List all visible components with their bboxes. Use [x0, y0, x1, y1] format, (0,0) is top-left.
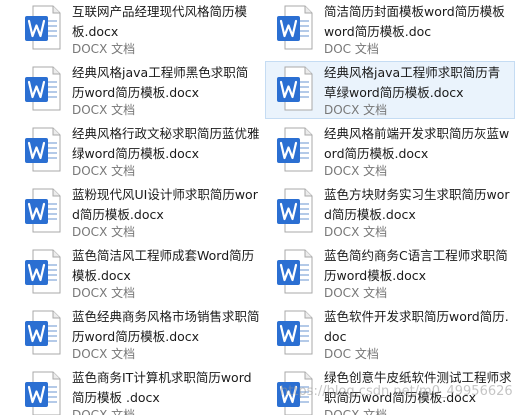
word-doc-icon: [24, 249, 61, 294]
word-doc-icon: [276, 310, 313, 355]
file-item[interactable]: 蓝色简约商务C语言工程师求职简历word模板.docx DOCX 文档: [265, 244, 515, 302]
file-name: 蓝色简约商务C语言工程师求职简历word模板.docx: [324, 248, 508, 283]
file-type: DOCX 文档: [324, 286, 388, 300]
file-name: 蓝粉现代风UI设计师求职简历word简历模板.docx: [72, 187, 258, 222]
file-type: DOCX 文档: [324, 225, 388, 239]
file-grid: 互联网产品经理现代风格简历模板.docx DOCX 文档 简洁简历封面模板word简…: [0, 0, 518, 415]
file-type: DOCX 文档: [72, 164, 136, 178]
word-doc-icon: [276, 249, 313, 294]
watermark: https://blog.csdn.net/m0_49956626: [280, 384, 513, 399]
file-item[interactable]: 经典风格java工程师黑色求职简历word简历模板.docx DOCX 文档: [13, 61, 263, 119]
file-item[interactable]: 经典风格行政文秘求职简历蓝优雅绿word简历模板.docx DOCX 文档: [13, 122, 263, 180]
file-item[interactable]: 蓝粉现代风UI设计师求职简历word简历模板.docx DOCX 文档: [13, 183, 263, 241]
file-type: DOCX 文档: [72, 225, 136, 239]
file-name: 经典风格行政文秘求职简历蓝优雅绿word简历模板.docx: [72, 126, 260, 161]
file-type: DOCX 文档: [324, 164, 388, 178]
file-type: DOCX 文档: [324, 103, 388, 117]
file-item[interactable]: 蓝色软件开发求职简历word简历.doc DOC 文档: [265, 305, 515, 363]
word-doc-icon: [276, 188, 313, 233]
file-item[interactable]: 蓝色商务IT计算机求职简历word简历模板 .docx DOCX 文档: [13, 366, 263, 415]
file-name: 经典风格java工程师黑色求职简历word简历模板.docx: [72, 65, 249, 100]
file-item[interactable]: 蓝色经典商务风格市场销售求职简历word简历模板.docx DOCX 文档: [13, 305, 263, 363]
word-doc-icon: [24, 5, 61, 50]
file-type: DOC 文档: [324, 347, 379, 361]
file-name: 简洁简历封面模板word简历模板word简历模板.doc: [324, 4, 505, 39]
word-doc-icon: [24, 66, 61, 111]
file-item[interactable]: 蓝色简洁风工程师成套Word简历模板.docx DOCX 文档: [13, 244, 263, 302]
file-item[interactable]: 简洁简历封面模板word简历模板word简历模板.doc DOC 文档: [265, 0, 515, 58]
word-doc-icon: [24, 188, 61, 233]
file-type: DOCX 文档: [72, 347, 136, 361]
word-doc-icon: [24, 310, 61, 355]
file-name: 经典风格java工程师求职简历青草绿word简历模板.docx: [324, 65, 501, 100]
file-item[interactable]: 互联网产品经理现代风格简历模板.docx DOCX 文档: [13, 0, 263, 58]
file-type: DOCX 文档: [72, 408, 136, 415]
word-doc-icon: [276, 127, 313, 172]
file-type: DOC 文档: [324, 42, 379, 56]
file-type: DOCX 文档: [72, 103, 136, 117]
word-doc-icon: [276, 5, 313, 50]
file-name: 蓝色软件开发求职简历word简历.doc: [324, 309, 509, 344]
word-doc-icon: [24, 371, 61, 415]
file-name: 互联网产品经理现代风格简历模板.docx: [72, 4, 248, 39]
file-name: 蓝色方块财务实习生求职简历word简历模板.docx: [324, 187, 510, 222]
file-item[interactable]: 经典风格前端开发求职简历灰蓝word简历模板.docx DOCX 文档: [265, 122, 515, 180]
file-name: 蓝色简洁风工程师成套Word简历模板.docx: [72, 248, 255, 283]
file-item[interactable]: 经典风格java工程师求职简历青草绿word简历模板.docx DOCX 文档: [265, 61, 515, 119]
file-type: DOCX 文档: [324, 408, 388, 415]
file-name: 蓝色经典商务风格市场销售求职简历word简历模板.docx: [72, 309, 260, 344]
word-doc-icon: [276, 66, 313, 111]
word-doc-icon: [24, 127, 61, 172]
file-name: 蓝色商务IT计算机求职简历word简历模板 .docx: [72, 370, 252, 405]
file-type: DOCX 文档: [72, 42, 136, 56]
file-item[interactable]: 蓝色方块财务实习生求职简历word简历模板.docx DOCX 文档: [265, 183, 515, 241]
file-type: DOCX 文档: [72, 286, 136, 300]
file-name: 经典风格前端开发求职简历灰蓝word简历模板.docx: [324, 126, 510, 161]
